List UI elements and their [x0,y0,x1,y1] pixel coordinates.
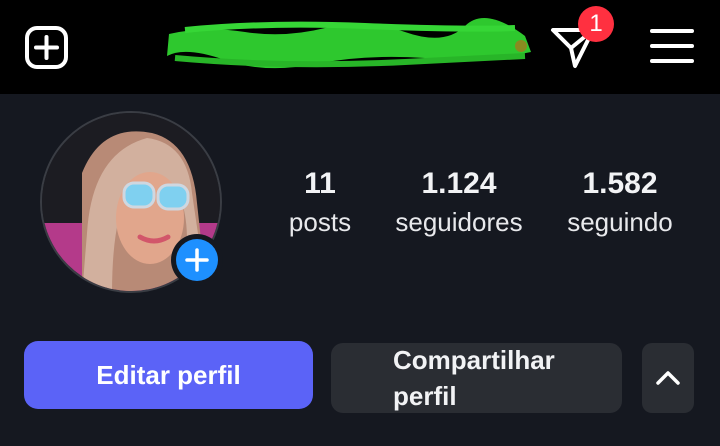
plus-square-icon[interactable] [24,25,69,70]
chevron-up-icon [656,371,680,385]
notification-badge: 1 [578,6,614,42]
share-profile-label: Compartilhar perfil [393,345,555,411]
posts-count: 11 [304,167,336,200]
add-story-button[interactable] [171,234,223,286]
edit-profile-button[interactable]: Editar perfil [24,341,313,409]
share-profile-button[interactable]: Compartilhar perfil [331,343,622,413]
followers-count: 1.124 [421,167,497,200]
following-stat[interactable]: 1.582 seguindo [552,166,688,240]
posts-label: posts [288,207,352,237]
following-count: 1.582 [582,167,658,200]
top-bar: 1 [0,0,720,94]
followers-stat[interactable]: 1.124 seguidores [384,166,534,240]
followers-label: seguidores [395,207,523,237]
hamburger-menu-icon[interactable] [650,26,694,66]
posts-stat[interactable]: 11 posts [270,166,370,240]
expand-suggestions-button[interactable] [642,343,694,413]
following-label: seguindo [567,207,673,237]
redacted-username[interactable] [165,14,535,70]
plus-icon [185,248,209,272]
